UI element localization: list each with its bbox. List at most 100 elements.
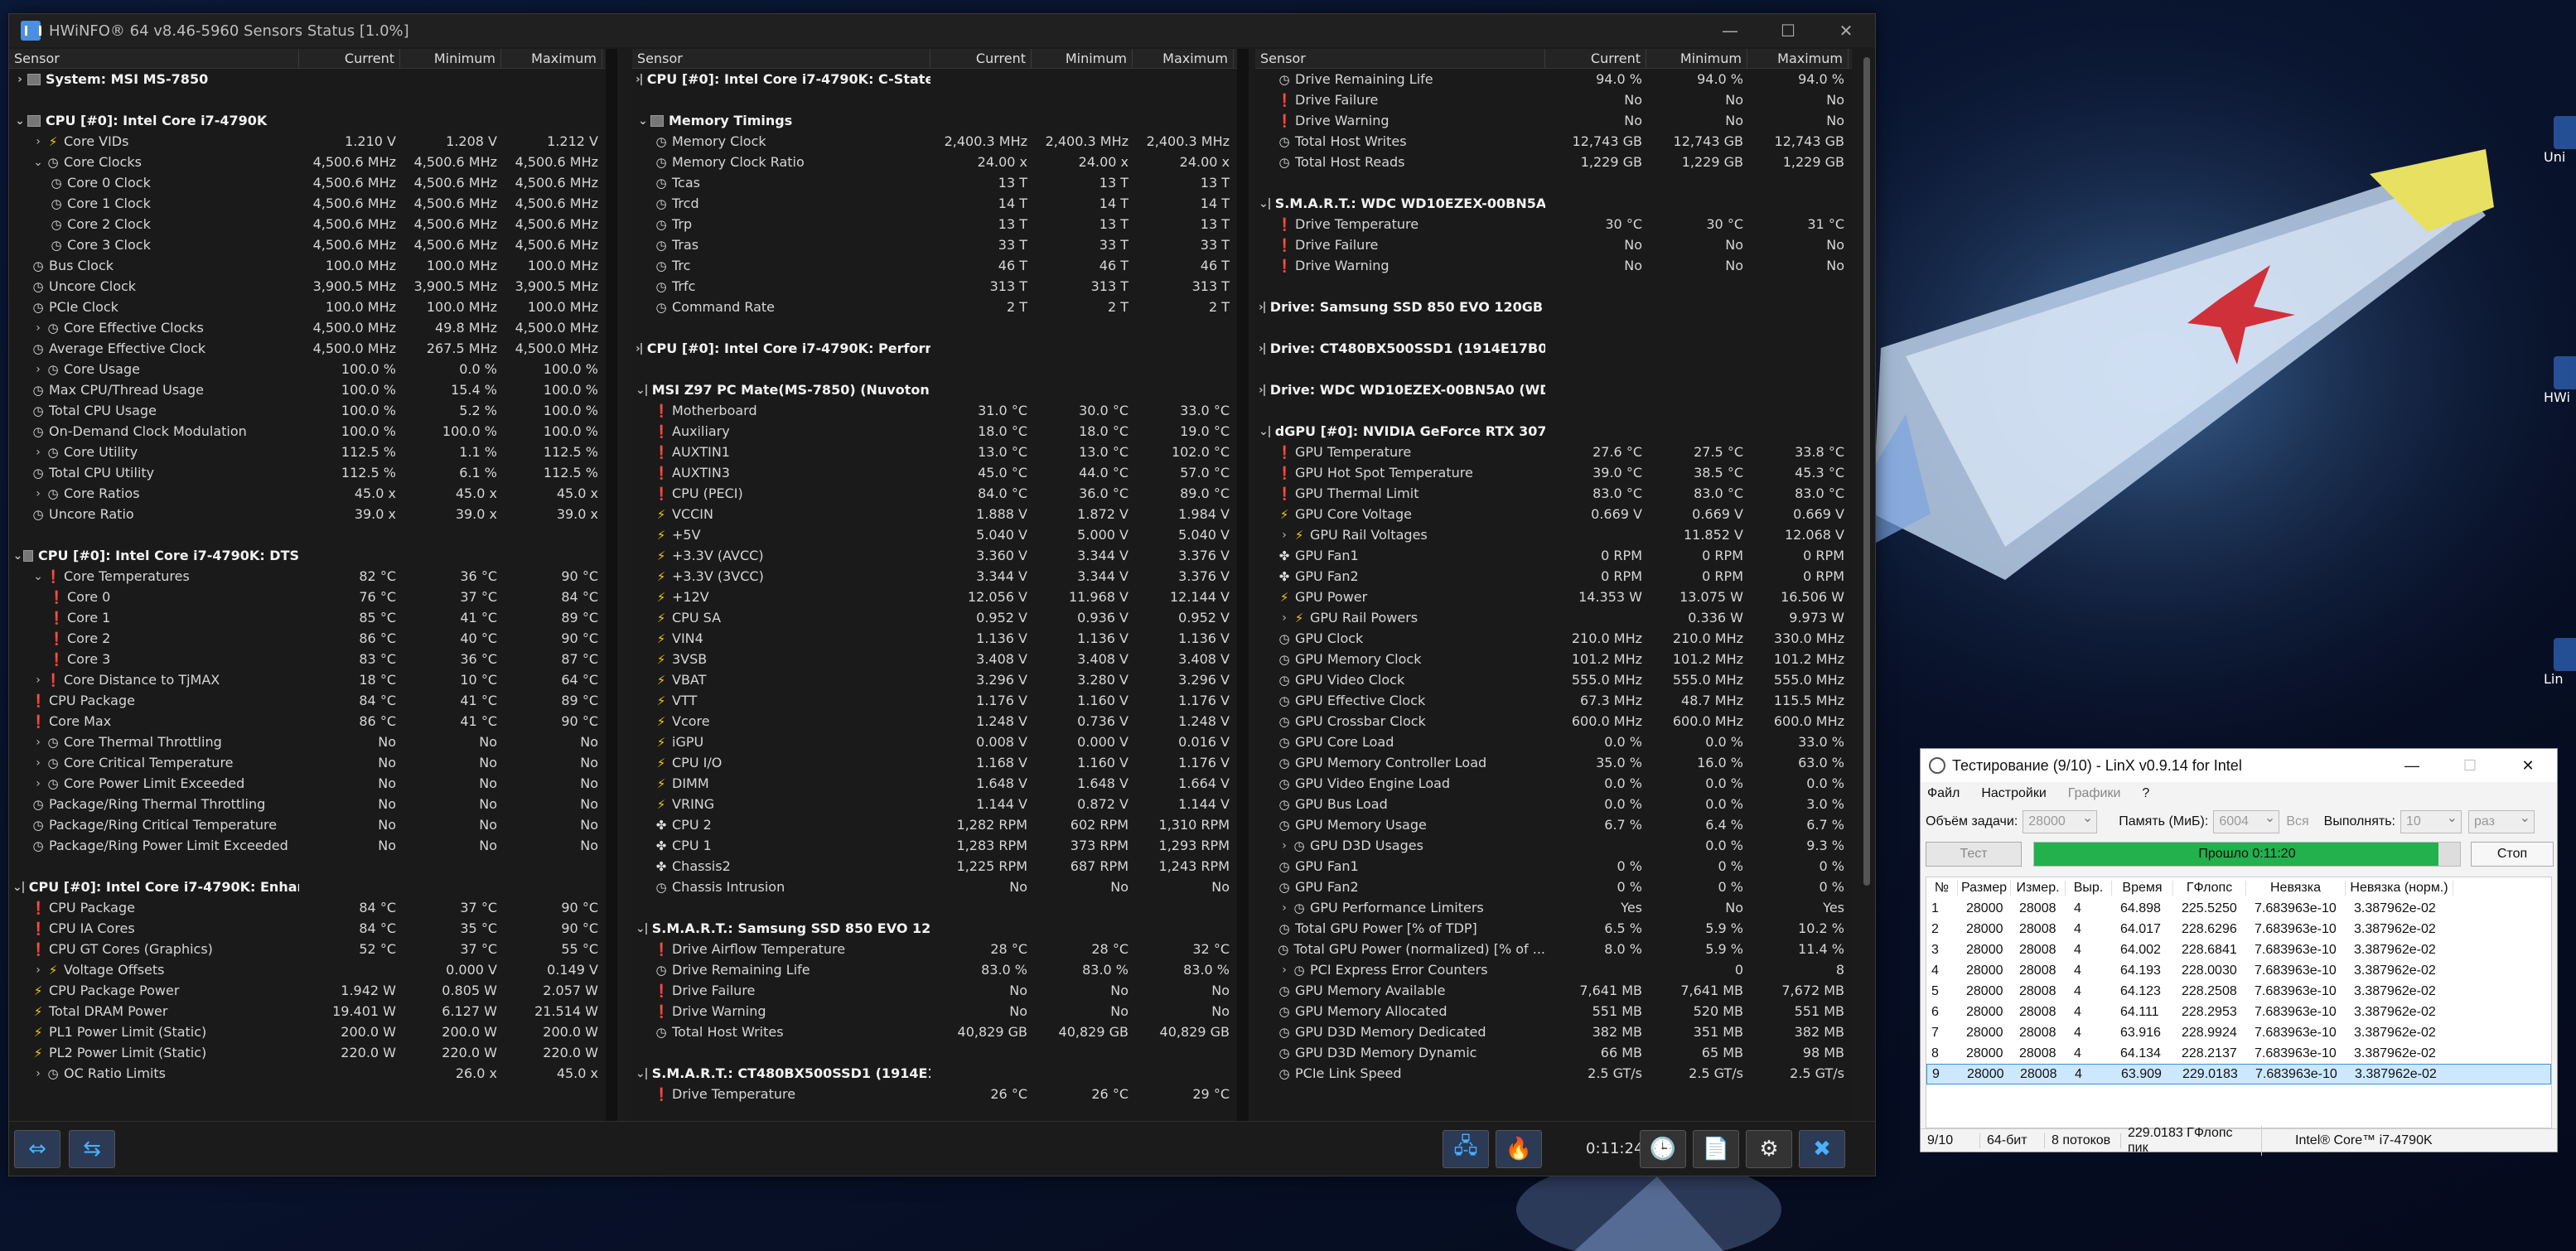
chevron-right-icon[interactable]: ›	[1277, 964, 1292, 977]
settings-button[interactable]: ⚙	[1746, 1130, 1792, 1168]
sensor-pane-1[interactable]: Sensor Current Minimum Maximum › System: MSI …	[9, 49, 606, 1122]
sensor-row[interactable]: ◷ Total Host Writes 12,743 GB 12,743 GB 12,7…	[1255, 131, 1852, 152]
results-table[interactable]: № Размер Измер. Выр. Время ГФлопс Невязка Невяз…	[1926, 877, 2552, 1128]
sensor-row[interactable]: ◷ Core 0 Clock 4,500.6 MHz 4,500.6 MHz 4,500…	[9, 172, 606, 193]
sensor-row[interactable]: ❗ CPU GT Cores (Graphics) 52 °C 37 °C 55 °C	[9, 939, 606, 959]
chevron-right-icon[interactable]: ›	[31, 736, 46, 749]
minimize-button[interactable]: —	[1701, 14, 1759, 47]
sensor-row[interactable]: ◷ GPU Memory Available 7,641 MB 7,641 MB 7,6…	[1255, 980, 1852, 1001]
sensor-group-row[interactable]: ⌄ MSI Z97 PC Mate(MS-7850) (Nuvoton NCT67…	[632, 379, 1237, 400]
sensor-row[interactable]: › ◷ Core Power Limit Exceeded No No No	[9, 773, 606, 794]
sensor-row[interactable]: ◷ GPU Effective Clock 67.3 MHz 48.7 MHz 115.…	[1255, 690, 1852, 711]
close-button[interactable]: ✕	[1817, 14, 1875, 47]
clock-button[interactable]: 🕒	[1640, 1130, 1686, 1168]
sensor-row[interactable]: › ◷ GPU D3D Usages 0.0 % 9.3 %	[1255, 835, 1852, 856]
exit-button[interactable]: ✖	[1799, 1130, 1845, 1168]
test-button[interactable]: Тест	[1926, 842, 2022, 867]
sensor-row[interactable]: › ◷ PCI Express Error Counters 0 8	[1255, 959, 1852, 980]
column-header[interactable]: Minimum	[1646, 49, 1747, 68]
sensor-row[interactable]: ◷ GPU Memory Controller Load 35.0 % 16.0 % 6…	[1255, 752, 1852, 773]
sensor-row[interactable]: ❗ Drive Warning No No No	[1255, 255, 1852, 276]
chevron-right-icon[interactable]: ›	[1277, 901, 1292, 915]
sensor-group-row[interactable]: ⌄ S.M.A.R.T.: Samsung SSD 850 EVO 120GB (…	[632, 918, 1237, 939]
sensor-row[interactable]: › ◷ Core Utility 112.5 % 1.1 % 112.5 %	[9, 442, 606, 462]
chevron-right-icon[interactable]: ›	[1277, 529, 1292, 542]
sensor-row[interactable]: ◷ GPU Video Engine Load 0.0 % 0.0 % 0.0 %	[1255, 773, 1852, 794]
chevron-down-icon[interactable]: ⌄	[1259, 197, 1269, 210]
menu-help[interactable]: ?	[2142, 786, 2149, 801]
sensor-row[interactable]: ◷ Drive Remaining Life 94.0 % 94.0 % 94.0 %	[1255, 69, 1852, 89]
sensor-row[interactable]: › ⚡ GPU Rail Powers 0.336 W 9.973 W	[1255, 607, 1852, 628]
sensor-row[interactable]: ⚡ PL1 Power Limit (Static) 200.0 W 200.0 W 2…	[9, 1022, 606, 1042]
sensor-row[interactable]: › ◷ Core Usage 100.0 % 0.0 % 100.0 %	[9, 359, 606, 379]
sensor-row[interactable]: ◷ Total CPU Usage 100.0 % 5.2 % 100.0 %	[9, 400, 606, 421]
sensor-row[interactable]: ⚡ Vcore 1.248 V 0.736 V 1.248 V	[632, 711, 1237, 732]
column-header[interactable]: Current	[299, 49, 400, 68]
sensor-row[interactable]: ❗ Core Max 86 °C 41 °C 90 °C	[9, 711, 606, 732]
sensor-row[interactable]: ⚡ +5V 5.040 V 5.000 V 5.040 V	[632, 524, 1237, 545]
sensor-row[interactable]: ⚡ CPU I/O 1.168 V 1.160 V 1.176 V	[632, 752, 1237, 773]
results-column-header[interactable]: Время	[2112, 880, 2173, 896]
sensor-row[interactable]: ❗ Drive Failure No No No	[632, 980, 1237, 1001]
sensor-row[interactable]: ◷ GPU D3D Memory Dynamic 66 MB 65 MB 98 MB	[1255, 1042, 1852, 1063]
sensor-row[interactable]: ◷ Trfc 313 T 313 T 313 T	[632, 276, 1237, 297]
chevron-down-icon[interactable]: ⌄	[31, 156, 46, 169]
column-header[interactable]: Current	[1545, 49, 1646, 68]
chevron-right-icon[interactable]: ›	[31, 135, 46, 148]
linx-titlebar[interactable]: Тестирование (9/10) - LinX v0.9.14 for I…	[1921, 749, 2557, 782]
network-button[interactable]: 🖧	[1443, 1130, 1489, 1168]
chevron-down-icon[interactable]: ⌄	[12, 549, 23, 563]
column-header[interactable]: Sensor	[9, 49, 299, 68]
sensor-row[interactable]: ◷ GPU Fan2 0 % 0 % 0 %	[1255, 877, 1852, 897]
sensor-row[interactable]: ◷ Total Host Writes 40,829 GB 40,829 GB 40,8…	[632, 1022, 1237, 1042]
sensor-row[interactable]: › ◷ Core Ratios 45.0 x 45.0 x 45.0 x	[9, 483, 606, 504]
maximize-button[interactable]: ☐	[1759, 14, 1817, 47]
run-count-select[interactable]: 10	[2400, 808, 2462, 833]
chevron-right-icon[interactable]: ›	[31, 756, 46, 770]
results-column-header[interactable]: Размер	[1958, 880, 2011, 896]
sensor-row[interactable]: ❗ Core 2 86 °C 40 °C 90 °C	[9, 628, 606, 649]
sensor-row[interactable]: ◷ Uncore Clock 3,900.5 MHz 3,900.5 MHz 3,900…	[9, 276, 606, 297]
chevron-down-icon[interactable]: ⌄	[636, 114, 650, 128]
desktop-icon-uni[interactable]: Uni	[2544, 116, 2576, 165]
problem-size-select[interactable]: 28000	[2023, 808, 2098, 833]
sensor-row[interactable]: ✤ GPU Fan1 0 RPM 0 RPM 0 RPM	[1255, 545, 1852, 566]
run-unit-select[interactable]: раз	[2467, 808, 2535, 833]
sensor-row[interactable]: ◷ Command Rate 2 T 2 T 2 T	[632, 297, 1237, 317]
sensor-row[interactable]: ⚡ GPU Power 14.353 W 13.075 W 16.506 W	[1255, 587, 1852, 607]
sensor-row[interactable]: ❗ GPU Temperature 27.6 °C 27.5 °C 33.8 °C	[1255, 442, 1852, 462]
sensor-row[interactable]: ❗ Core 1 85 °C 41 °C 89 °C	[9, 607, 606, 628]
sensor-row[interactable]: ◷ GPU Video Clock 555.0 MHz 555.0 MHz 555.0 …	[1255, 669, 1852, 690]
column-header[interactable]: Minimum	[400, 49, 501, 68]
sensor-log-button[interactable]: 🔥	[1496, 1130, 1542, 1168]
sensor-row[interactable]: ⌄ ◷ Core Clocks 4,500.6 MHz 4,500.6 MHz 4,500…	[9, 152, 606, 172]
sensor-row[interactable]: › ❗ Core Distance to TjMAX 18 °C 10 °C 64 °C	[9, 669, 606, 690]
sensor-row[interactable]: ❗ AUXTIN3 45.0 °C 44.0 °C 57.0 °C	[632, 462, 1237, 483]
sensor-pane-2[interactable]: Sensor Current Minimum Maximum › CPU [#0]: In…	[632, 49, 1237, 1122]
chevron-right-icon[interactable]: ›	[12, 73, 27, 86]
sensor-row[interactable]: ◷ Memory Clock 2,400.3 MHz 2,400.3 MHz 2,400…	[632, 131, 1237, 152]
sensor-group-row[interactable]: ⌄ dGPU [#0]: NVIDIA GeForce RTX 3070: ASU…	[1255, 421, 1852, 442]
results-column-header[interactable]: Невязка	[2246, 880, 2346, 896]
column-header[interactable]: Minimum	[1032, 49, 1133, 68]
sensor-row[interactable]: ❗ CPU (PECI) 84.0 °C 36.0 °C 89.0 °C	[632, 483, 1237, 504]
sensor-row[interactable]: ❗ Drive Temperature 26 °C 26 °C 29 °C	[632, 1084, 1237, 1104]
sensor-row[interactable]: ⚡ PL2 Power Limit (Static) 220.0 W 220.0 W 2…	[9, 1042, 606, 1063]
sensor-row[interactable]: ◷ Bus Clock 100.0 MHz 100.0 MHz 100.0 MHz	[9, 255, 606, 276]
sensor-row[interactable]: ◷ Trcd 14 T 14 T 14 T	[632, 193, 1237, 214]
menu-settings[interactable]: Настройки	[1981, 786, 2046, 801]
sensor-row[interactable]: ⚡ CPU SA 0.952 V 0.936 V 0.952 V	[632, 607, 1237, 628]
sensor-row[interactable]: ❗ Drive Warning No No No	[1255, 110, 1852, 131]
sensor-row[interactable]: ❗ GPU Hot Spot Temperature 39.0 °C 38.5 °C 4…	[1255, 462, 1852, 483]
results-column-header[interactable]: №	[1926, 880, 1958, 896]
sensor-row[interactable]: ⚡ iGPU 0.008 V 0.000 V 0.016 V	[632, 732, 1237, 752]
chevron-right-icon[interactable]: ›	[31, 446, 46, 459]
sensor-pane-3[interactable]: Sensor Current Minimum Maximum ◷ Drive Remain…	[1255, 49, 1852, 1122]
column-header[interactable]: Current	[930, 49, 1032, 68]
sensor-row[interactable]: ◷ GPU Memory Clock 101.2 MHz 101.2 MHz 101.2…	[1255, 649, 1852, 669]
memory-select[interactable]: 6004	[2213, 808, 2280, 833]
sensor-row[interactable]: ◷ Package/Ring Critical Temperature No No No	[9, 814, 606, 835]
chevron-right-icon[interactable]: ›	[31, 964, 46, 977]
sensor-row[interactable]: ◷ GPU Fan1 0 % 0 % 0 %	[1255, 856, 1852, 877]
sensor-row[interactable]: › ◷ Core Thermal Throttling No No No	[9, 732, 606, 752]
